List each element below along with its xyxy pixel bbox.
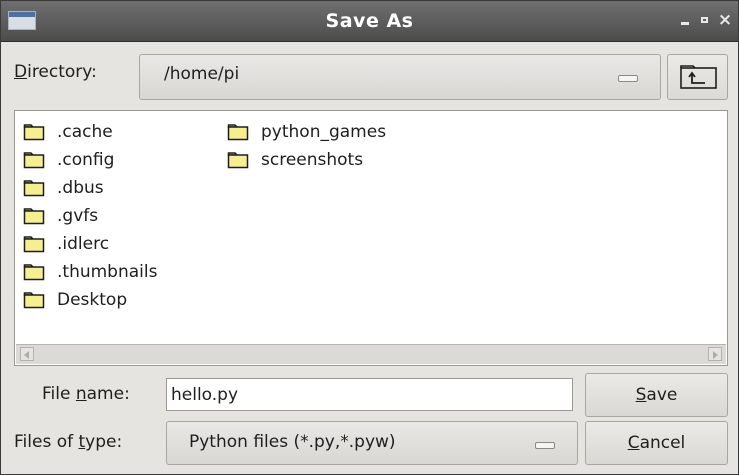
save-as-dialog: Save As × Directory: /home/pi .cache .con… xyxy=(0,0,739,475)
horizontal-scrollbar[interactable] xyxy=(16,344,726,364)
file-list-item[interactable]: screenshots xyxy=(227,146,386,174)
directory-combobox[interactable]: /home/pi xyxy=(139,54,661,100)
window-title: Save As xyxy=(325,10,414,32)
file-list-item[interactable]: .dbus xyxy=(23,174,157,202)
dropdown-handle-icon xyxy=(618,75,638,82)
file-type-label: Files of type: xyxy=(14,432,123,452)
folder-icon xyxy=(227,124,249,141)
file-name-input[interactable] xyxy=(166,378,573,411)
parent-directory-button[interactable] xyxy=(667,54,728,100)
dropdown-handle-icon xyxy=(535,442,555,449)
folder-icon xyxy=(23,264,45,281)
folder-icon xyxy=(227,152,249,169)
folder-icon xyxy=(23,180,45,197)
folder-icon xyxy=(23,152,45,169)
file-list-column-2: python_games screenshots xyxy=(227,118,386,174)
file-list-item[interactable]: python_games xyxy=(227,118,386,146)
maximize-button[interactable] xyxy=(695,10,715,30)
directory-label: Directory: xyxy=(14,62,97,82)
scroll-left-icon[interactable] xyxy=(20,347,34,361)
file-list-item[interactable]: .config xyxy=(23,146,157,174)
folder-icon xyxy=(23,236,45,253)
file-list-item[interactable]: .thumbnails xyxy=(23,258,157,286)
file-list-item-label: .cache xyxy=(57,122,113,142)
file-list-item-label: python_games xyxy=(261,122,387,142)
title-bar[interactable]: Save As × xyxy=(1,1,738,42)
file-list-item-label: Desktop xyxy=(57,290,128,310)
file-list-item-label: .config xyxy=(57,150,115,170)
folder-icon xyxy=(23,124,45,141)
file-list-item-label: screenshots xyxy=(261,150,364,170)
file-list-item[interactable]: .cache xyxy=(23,118,157,146)
scroll-right-icon[interactable] xyxy=(708,347,722,361)
file-list-item[interactable]: .idlerc xyxy=(23,230,157,258)
file-type-combobox[interactable]: Python files (*.py,*.pyw) xyxy=(166,421,578,465)
close-icon: × xyxy=(717,10,733,30)
folder-up-icon xyxy=(680,65,717,89)
directory-path: /home/pi xyxy=(164,64,240,84)
minimize-button[interactable] xyxy=(675,10,695,30)
folder-icon xyxy=(23,208,45,225)
file-type-value: Python files (*.py,*.pyw) xyxy=(189,432,396,452)
file-list-column-1: .cache .config .dbus .gvfs .idlerc .thumbnail… xyxy=(23,118,157,314)
file-name-label: File name: xyxy=(42,384,130,404)
file-list-item-label: .gvfs xyxy=(57,206,99,226)
maximize-icon xyxy=(701,17,708,23)
file-list-item-label: .idlerc xyxy=(57,234,110,254)
minimize-icon xyxy=(681,22,689,25)
file-list-item-label: .dbus xyxy=(57,178,104,198)
folder-icon xyxy=(23,292,45,309)
file-list-item-label: .thumbnails xyxy=(57,262,158,282)
save-button[interactable]: Save xyxy=(585,373,728,417)
file-list-item[interactable]: Desktop xyxy=(23,286,157,314)
file-list[interactable]: .cache .config .dbus .gvfs .idlerc .thumbnail… xyxy=(14,110,728,366)
cancel-button[interactable]: Cancel xyxy=(585,421,728,465)
close-button[interactable]: × xyxy=(715,10,735,30)
file-list-item[interactable]: .gvfs xyxy=(23,202,157,230)
